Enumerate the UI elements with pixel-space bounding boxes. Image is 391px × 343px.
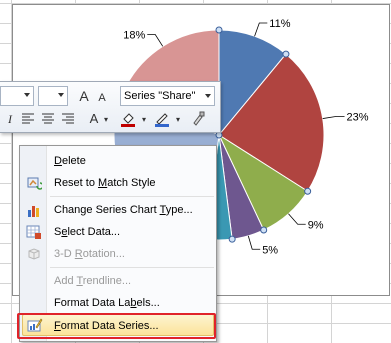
align-center-icon (42, 113, 54, 124)
pencil-icon (155, 113, 169, 127)
data-label[interactable]: 11% (269, 18, 290, 30)
data-label[interactable]: 9% (308, 219, 324, 231)
menu-item-change-series-chart-type[interactable]: Change Series Chart Type... (20, 199, 216, 221)
menu-item-label: 3-D Rotation... (54, 248, 125, 260)
menu-item-label: Delete (54, 155, 86, 167)
leader-line (254, 22, 268, 37)
menu-item-add-trendline[interactable]: Add Trendline... (20, 270, 216, 292)
data-label[interactable]: 23% (347, 111, 369, 123)
menu-item-reset-to-match-style[interactable]: Reset to Match Style (20, 172, 216, 194)
menu-separator (50, 267, 214, 268)
menu-item-select-data[interactable]: Select Data... (20, 221, 216, 243)
font-size-box[interactable] (38, 86, 68, 106)
reset-style-icon (27, 177, 42, 190)
chevron-down-icon (205, 94, 211, 98)
selection-handle[interactable] (282, 50, 290, 58)
align-center-button[interactable] (40, 111, 56, 127)
data-label[interactable]: 18% (123, 30, 145, 42)
selection-handle[interactable] (304, 187, 312, 195)
leader-line (322, 115, 345, 119)
font-name-box[interactable] (0, 86, 34, 106)
menu-item-format-data-labels[interactable]: Format Data Labels... (20, 292, 216, 314)
selection-handle[interactable] (215, 26, 223, 34)
3d-rotation-icon (28, 248, 40, 260)
align-left-icon (22, 113, 34, 124)
select-data-icon (26, 225, 41, 239)
menu-item-delete[interactable]: Delete (20, 150, 216, 172)
menu-item-label: Format Data Labels... (54, 297, 160, 309)
chart-type-icon (28, 206, 39, 217)
menu-separator (50, 196, 214, 197)
leader-line (247, 235, 261, 250)
data-label[interactable]: 5% (262, 244, 278, 256)
chevron-down-icon[interactable]: ▾ (136, 112, 152, 128)
menu-item-3d-rotation[interactable]: 3-D Rotation... (20, 243, 216, 265)
align-right-icon (62, 113, 74, 124)
highlight-frame (17, 313, 216, 339)
paint-bucket-icon (121, 113, 135, 127)
chevron-down-icon[interactable]: ▾ (170, 112, 186, 128)
series-selector-value: Series "Share" (124, 90, 196, 102)
italic-button[interactable]: I (2, 111, 18, 127)
menu-item-label: Select Data... (54, 226, 121, 238)
leader-line (288, 213, 306, 225)
align-left-button[interactable] (20, 111, 36, 127)
menu-item-label: Change Series Chart Type... (54, 204, 193, 216)
mini-toolbar: A A Series "Share" I A ▾ ▾ ▾ (0, 81, 221, 133)
grow-font-button[interactable]: A (76, 88, 92, 104)
format-painter-button[interactable] (190, 110, 206, 126)
series-selector[interactable]: Series "Share" (120, 86, 215, 106)
chevron-down-icon (24, 93, 30, 97)
align-right-button[interactable] (60, 111, 76, 127)
selection-handle[interactable] (260, 226, 268, 234)
menu-item-label: Add Trendline... (54, 275, 132, 287)
shrink-font-button[interactable]: A (94, 90, 110, 106)
line-color-button[interactable] (154, 110, 170, 127)
menu-item-label: Reset to Match Style (54, 177, 156, 189)
chevron-down-icon (58, 93, 64, 97)
chevron-down-icon[interactable]: ▾ (98, 112, 114, 128)
leader-line (147, 34, 164, 47)
fill-color-button[interactable] (120, 110, 136, 127)
selection-handle[interactable] (228, 235, 236, 243)
brush-icon (193, 111, 205, 126)
